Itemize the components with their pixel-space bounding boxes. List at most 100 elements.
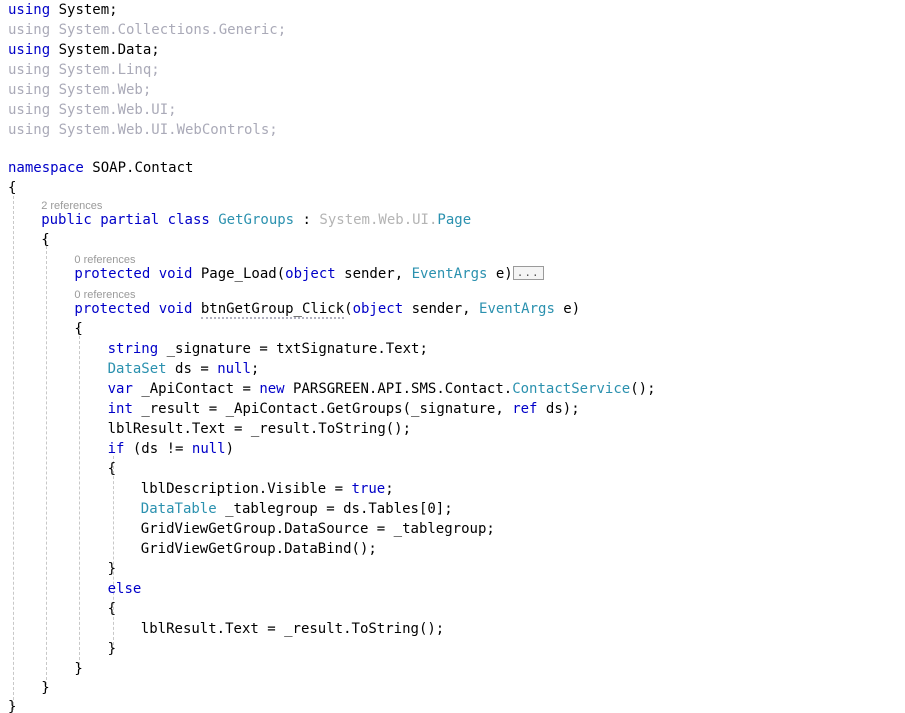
code-token: _result = _ApiContact.GetGroups(_signatu… <box>132 401 513 417</box>
code-line-30[interactable]: lblResult.Text = _result.ToString(); <box>133 619 444 639</box>
code-line-15[interactable]: { <box>66 319 82 339</box>
code-token: else <box>107 581 142 597</box>
code-line-16[interactable]: string _signature = txtSignature.Text; <box>100 339 428 359</box>
code-token: void <box>158 301 193 317</box>
code-line-31[interactable]: } <box>100 639 116 659</box>
code-line-12[interactable]: { <box>33 230 49 250</box>
code-token: GridViewGetGroup.DataBind(); <box>140 541 377 557</box>
code-token: protected <box>74 266 151 282</box>
code-token: using System.Web.UI; <box>8 102 177 118</box>
code-line-5[interactable]: using System.Web; <box>0 80 151 100</box>
code-token: using System.Linq; <box>8 62 160 78</box>
code-token: object <box>352 301 404 317</box>
code-token: EventArgs <box>479 301 555 317</box>
code-token: SOAP.Contact <box>92 160 194 176</box>
code-line-26[interactable]: GridViewGetGroup.DataBind(); <box>133 539 377 559</box>
code-token: sender, <box>403 301 480 317</box>
indent-guide-level-2 <box>46 236 47 690</box>
code-token: } <box>107 561 117 577</box>
code-line-10[interactable]: { <box>0 178 16 198</box>
code-line-27[interactable]: } <box>100 559 116 579</box>
code-token: ds = <box>166 361 218 377</box>
code-token: System.Web.UI. <box>319 212 438 228</box>
code-token: System.Data; <box>58 42 160 58</box>
code-line-1[interactable]: using System; <box>0 0 118 20</box>
code-token: } <box>107 641 117 657</box>
collapsed-region-ellipsis[interactable]: ... <box>512 266 544 280</box>
code-line-2[interactable]: using System.Collections.Generic; <box>0 20 286 40</box>
code-line-9[interactable]: namespace SOAP.Contact <box>0 158 193 178</box>
code-token: using <box>8 2 51 18</box>
code-line-32[interactable]: } <box>66 659 82 679</box>
code-token: lblResult.Text = _result.ToString(); <box>107 421 412 437</box>
code-line-34[interactable]: } <box>0 697 16 713</box>
code-token: var <box>107 381 133 397</box>
code-token: ContactService <box>512 381 631 397</box>
code-line-8[interactable] <box>0 140 8 160</box>
code-line-22[interactable]: { <box>100 459 116 479</box>
code-token: _ApiContact = <box>132 381 260 397</box>
code-line-28[interactable]: else <box>100 579 142 599</box>
code-line-13[interactable]: protected void Page_Load(object sender, … <box>66 264 544 284</box>
code-token: string <box>107 341 159 357</box>
code-token: } <box>41 680 50 696</box>
code-token: GetGroups <box>218 212 295 228</box>
indent-guide-level-4 <box>113 456 114 650</box>
code-token: e) <box>487 266 513 282</box>
code-line-23[interactable]: lblDescription.Visible = true; <box>133 479 394 499</box>
code-token: DataSet <box>107 361 167 377</box>
code-token: } <box>8 699 17 713</box>
code-line-11[interactable]: public partial class GetGroups : System.… <box>33 210 471 230</box>
code-token: void <box>158 266 193 282</box>
code-token: ( <box>344 301 353 317</box>
code-token: null <box>191 441 226 457</box>
code-token: sender, <box>335 266 412 282</box>
indent-guide-level-1 <box>13 196 14 710</box>
code-line-24[interactable]: DataTable _tablegroup = ds.Tables[0]; <box>133 499 453 519</box>
code-token: { <box>8 180 17 196</box>
code-token: { <box>107 461 117 477</box>
code-token: GridViewGetGroup.DataSource = _tablegrou… <box>140 521 495 537</box>
code-line-21[interactable]: if (ds != null) <box>100 439 234 459</box>
code-line-19[interactable]: int _result = _ApiContact.GetGroups(_sig… <box>100 399 580 419</box>
code-line-17[interactable]: DataSet ds = null; <box>100 359 260 379</box>
code-line-14[interactable]: protected void btnGetGroup_Click(object … <box>66 299 580 319</box>
code-token: ) <box>225 441 235 457</box>
code-line-3[interactable]: using System.Data; <box>0 40 160 60</box>
code-token: _tablegroup = ds.Tables[0]; <box>216 501 453 517</box>
code-token: partial <box>100 212 160 228</box>
code-token: ; <box>250 361 260 377</box>
code-line-4[interactable]: using System.Linq; <box>0 60 160 80</box>
code-token: ds); <box>537 401 580 417</box>
code-line-18[interactable]: var _ApiContact = new PARSGREEN.API.SMS.… <box>100 379 656 399</box>
code-token: int <box>107 401 133 417</box>
code-token: (ds != <box>124 441 192 457</box>
code-token: ( <box>276 266 286 282</box>
code-token: null <box>217 361 251 377</box>
code-token: protected <box>74 301 151 317</box>
code-token: (); <box>630 381 656 397</box>
code-token: { <box>107 601 117 617</box>
code-token: Page <box>437 212 472 228</box>
code-token: System; <box>58 2 118 18</box>
code-token: { <box>41 232 50 248</box>
code-token: { <box>74 321 83 337</box>
code-line-6[interactable]: using System.Web.UI; <box>0 100 177 120</box>
code-line-25[interactable]: GridViewGetGroup.DataSource = _tablegrou… <box>133 519 495 539</box>
code-line-33[interactable]: } <box>33 678 49 698</box>
code-token: ref <box>512 401 538 417</box>
code-token: using <box>8 42 51 58</box>
code-token: using System.Web.UI.WebControls; <box>8 122 278 138</box>
code-line-29[interactable]: { <box>100 599 116 619</box>
code-editor-surface[interactable]: 2 references 0 references 0 references usin… <box>0 0 905 713</box>
code-token: PARSGREEN.API.SMS.Contact. <box>284 381 513 397</box>
code-line-7[interactable]: using System.Web.UI.WebControls; <box>0 120 278 140</box>
code-line-20[interactable]: lblResult.Text = _result.ToString(); <box>100 419 411 439</box>
